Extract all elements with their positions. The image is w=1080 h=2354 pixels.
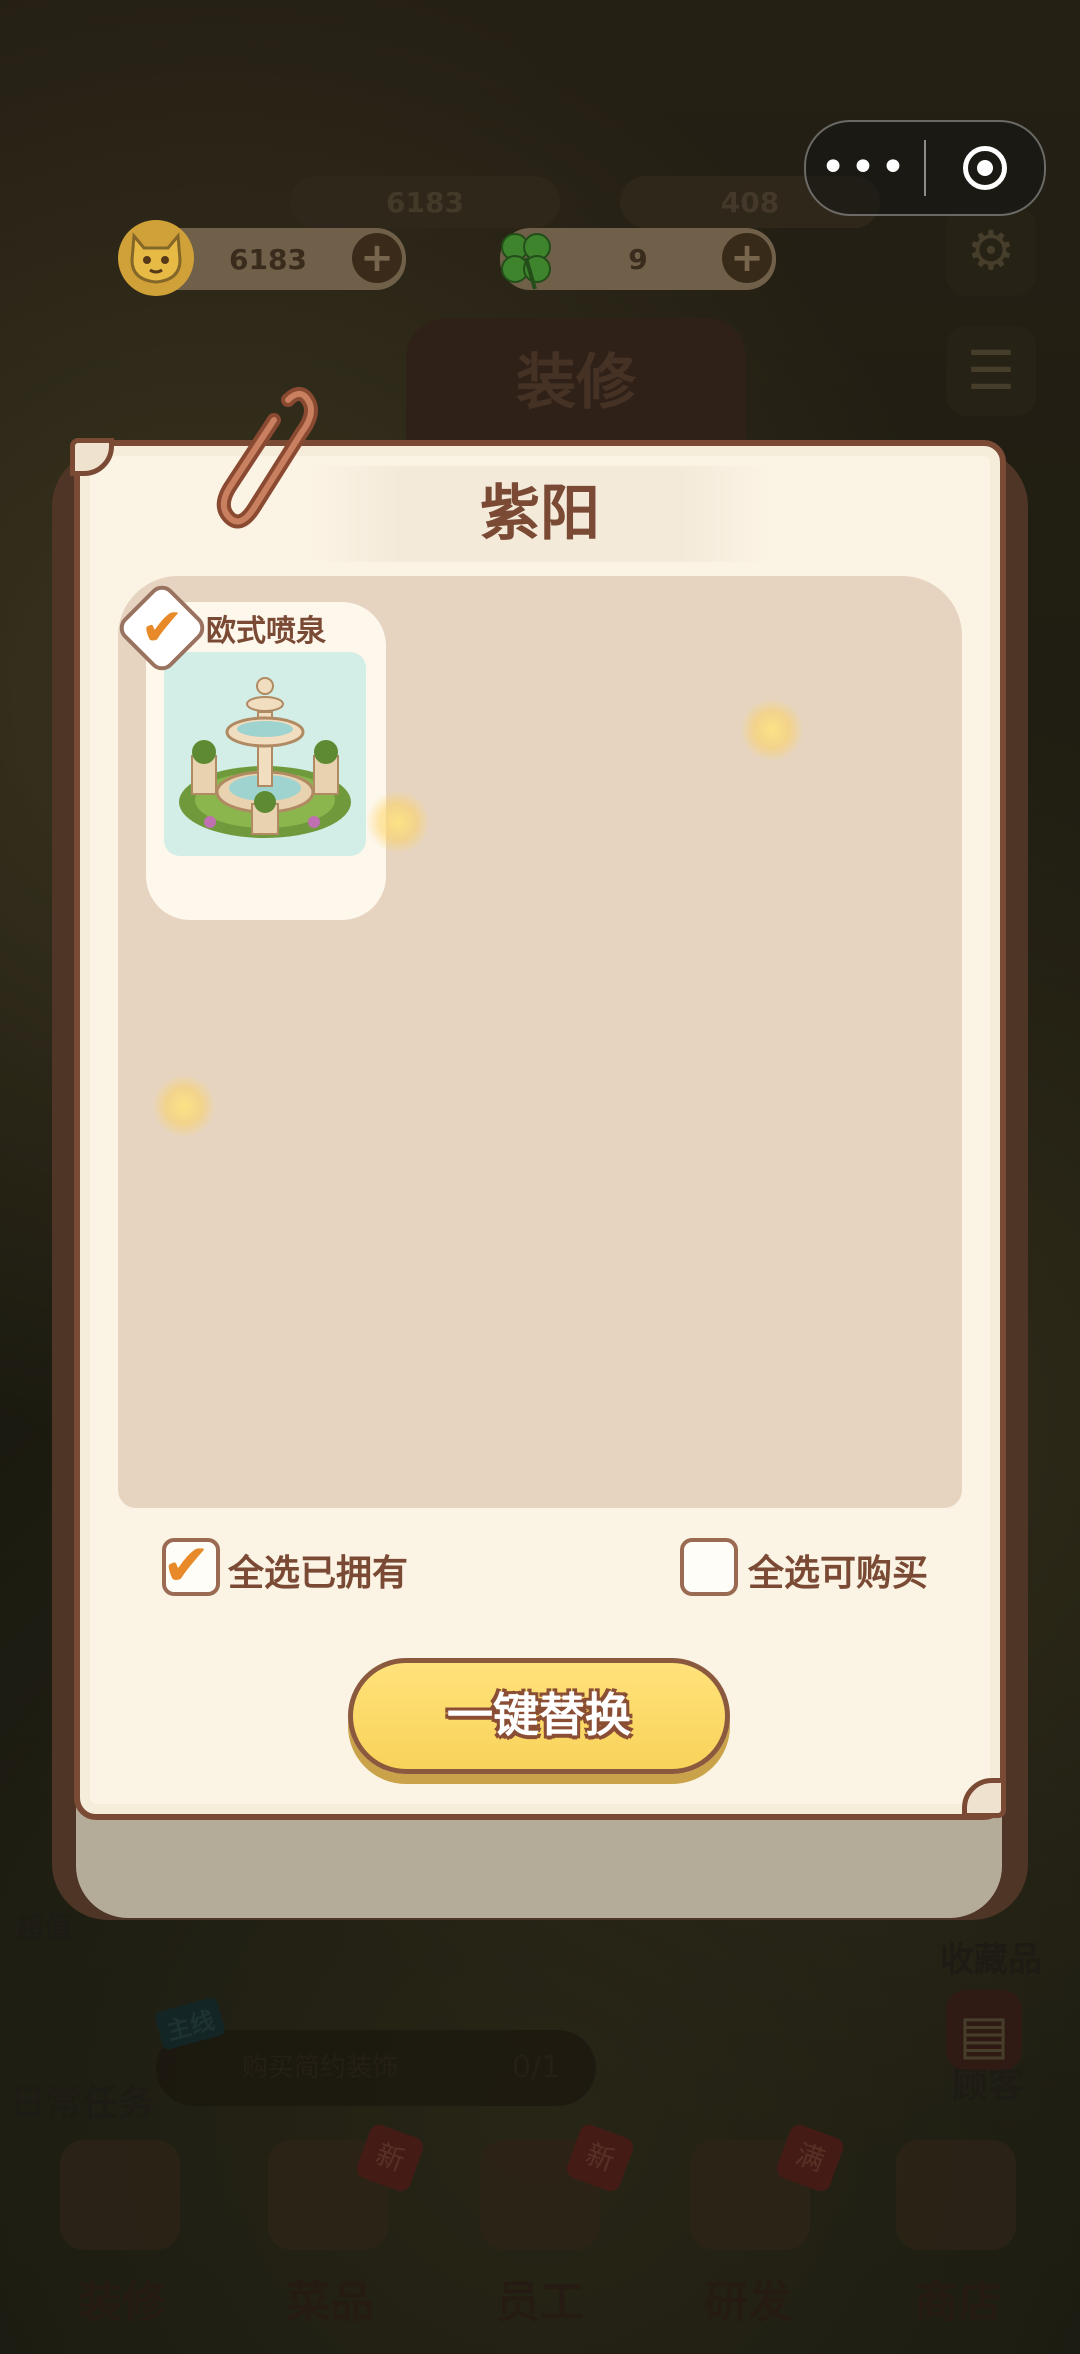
- panel-title: 紫阳: [310, 466, 770, 562]
- paw-sparkle-icon: [366, 790, 430, 854]
- select-buyable-label[interactable]: 全选可购买: [748, 1544, 928, 1596]
- clover-icon: [488, 220, 564, 296]
- clover-value: 9: [628, 242, 648, 276]
- check-icon: ✔: [162, 1531, 211, 1599]
- add-clover-button[interactable]: +: [722, 233, 772, 283]
- paperclip-icon: [216, 387, 318, 529]
- item-name: 欧式喷泉: [206, 614, 326, 649]
- select-owned-label[interactable]: 全选已拥有: [228, 1544, 408, 1596]
- more-options-icon[interactable]: •••: [806, 122, 924, 214]
- coin-value: 6183: [229, 242, 307, 276]
- miniprogram-capsule: •••: [804, 120, 1046, 216]
- check-icon: ✔: [140, 598, 184, 658]
- fountain-icon: [164, 652, 366, 856]
- close-miniprogram-icon[interactable]: [926, 146, 1044, 190]
- paw-sparkle-icon: [152, 1074, 216, 1138]
- add-coin-button[interactable]: +: [352, 233, 402, 283]
- paw-sparkle-icon: [740, 698, 804, 762]
- one-click-replace-button[interactable]: 一键替换: [348, 1658, 730, 1774]
- cat-coin-icon: [118, 220, 194, 296]
- select-buyable-checkbox[interactable]: [680, 1538, 738, 1596]
- coin-bar: 6183 +: [118, 220, 406, 296]
- clover-bar: 9 +: [500, 228, 776, 290]
